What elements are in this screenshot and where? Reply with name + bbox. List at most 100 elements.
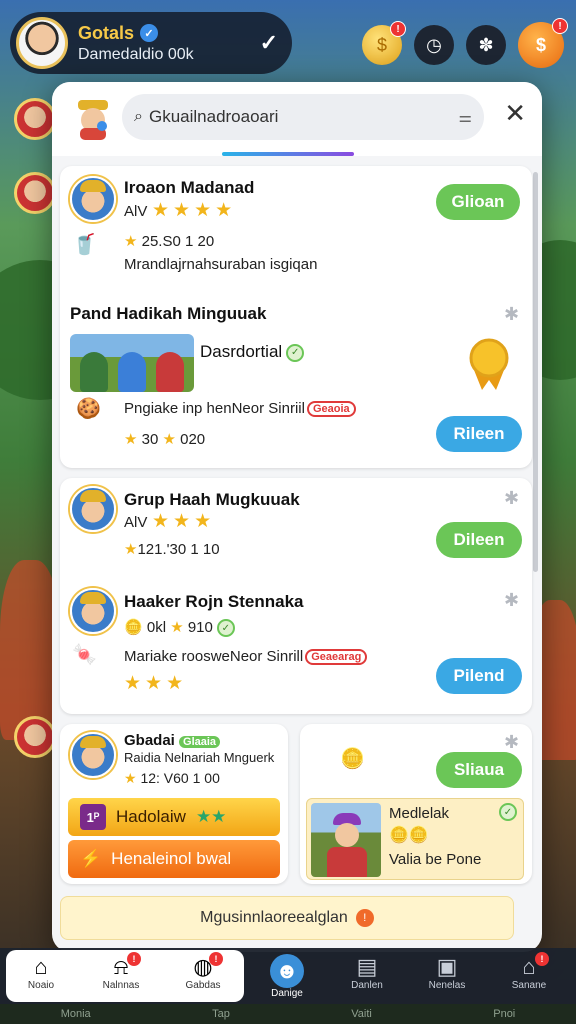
game-thumbnail[interactable] — [70, 334, 194, 392]
search-input[interactable] — [148, 107, 419, 127]
card-description: Mrandlajrnahsuraban isgiqan — [124, 256, 318, 273]
event-badge: Geaearag — [305, 649, 368, 666]
document-icon: ▤ — [356, 954, 378, 979]
avatar[interactable] — [70, 588, 116, 634]
favorite-icon[interactable]: ✱ — [504, 488, 519, 509]
join-button[interactable]: Sliaua — [436, 752, 522, 788]
star-icon: ★ — [124, 431, 138, 448]
medal-icon — [469, 338, 509, 390]
side-friend-avatar[interactable] — [14, 98, 56, 140]
cookie-icon: 🍪 — [76, 398, 101, 420]
nav-item-shop[interactable]: ⌂! Sanane — [498, 952, 560, 1002]
avatar[interactable] — [70, 732, 116, 778]
nav-label: Nenelas — [428, 980, 466, 991]
game-icon: ☻ — [270, 954, 304, 988]
paw-icon[interactable]: ✽ — [466, 25, 506, 65]
status-tag: Glaaia — [179, 736, 221, 748]
title-text: Gbadai — [124, 732, 175, 749]
profile-avatar[interactable] — [16, 17, 68, 69]
nav-item-home[interactable]: ⌂ Noaio — [10, 954, 72, 1002]
join-button[interactable]: Dileen — [436, 522, 522, 558]
group-card: Gbadai Glaaia Raidia Nelnariah Mnguerk ★… — [60, 724, 288, 884]
check-icon[interactable]: ✓ — [260, 30, 278, 56]
avatar[interactable] — [70, 176, 116, 222]
nav-label: Sanane — [511, 980, 547, 991]
star-icon: ★ — [124, 770, 137, 786]
side-friend-avatar[interactable] — [14, 172, 56, 214]
character-thumbnail — [311, 803, 381, 877]
profile-subtitle: Damedaldio 00k — [78, 45, 194, 63]
card-stats: ★ 25.S0 1 20 — [124, 232, 214, 250]
candy-icon: 🍬 — [72, 644, 97, 666]
card-stats: ★121.'30 1 10 — [124, 540, 220, 558]
shop-coin-button[interactable]: $! — [518, 18, 568, 68]
footer-text: Pnoi — [493, 1008, 516, 1020]
close-button[interactable]: ✕ — [504, 100, 526, 126]
star-icon: ★ — [162, 431, 176, 448]
game-name: Dasrdortial — [200, 342, 283, 361]
rating-stars: ★★★ — [152, 511, 216, 532]
card-stats: ★ 12: V60 1 00 — [124, 770, 220, 787]
avatar[interactable] — [70, 486, 116, 532]
clock-icon[interactable]: ◷ — [414, 25, 454, 65]
button-label: Henaleinol bwal — [111, 849, 232, 868]
profile-name: Gotals ✓ — [78, 23, 260, 44]
nav-label: Noaio — [27, 980, 55, 991]
description-text: Pngiake inp henNeor Sinriil — [124, 400, 305, 417]
notification-dot: ! — [552, 18, 568, 34]
scrollbar[interactable] — [533, 172, 538, 572]
stats-value: 0kl — [146, 619, 167, 636]
favorite-icon[interactable]: ✱ — [504, 590, 519, 611]
coins-icon: 🪙🪙 — [389, 827, 429, 844]
favorite-icon[interactable]: ✱ — [504, 304, 519, 325]
gallery-icon: ▣ — [436, 954, 458, 979]
card-title: Medlelak — [389, 805, 450, 822]
bell-icon: ⍾! — [105, 952, 141, 980]
username-text: Gotals — [78, 22, 135, 43]
card-title: Iroaon Madanad — [124, 178, 255, 197]
nav-label: Danlen — [351, 980, 383, 991]
search-bar[interactable]: ⌕ ⚌ — [122, 94, 484, 140]
stats-value: 121.'30 1 10 — [137, 541, 220, 558]
nav-item-tasks[interactable]: ▤ Danlen — [336, 954, 398, 1002]
nav-item-active[interactable]: ☻ Danige — [256, 954, 318, 1002]
footer-text: Tap — [212, 1008, 230, 1020]
description-text: Mariake roosweNeor Sinrill — [124, 648, 304, 665]
favorite-icon[interactable]: ✱ — [504, 732, 519, 753]
button-label: Hadolaiw — [116, 807, 186, 826]
nav-item-chat[interactable]: ◍! Gabdas — [172, 952, 234, 1002]
check-icon: ✓ — [286, 343, 305, 362]
footer-text: Vaiti — [351, 1008, 372, 1020]
claim-button[interactable]: ⚡ Henaleinol bwal — [68, 840, 280, 878]
join-button[interactable]: Glioan — [436, 184, 520, 220]
verified-icon: ✓ — [140, 24, 159, 42]
nav-item-friends[interactable]: ⍾! Nalnnas — [90, 952, 152, 1002]
modal-header: ⌕ ⚌ ✕ — [52, 82, 542, 156]
nav-item-gallery[interactable]: ▣ Nenelas — [416, 954, 478, 1002]
reward-button[interactable]: 1ᴾ Hadolaiw ★★ — [68, 798, 280, 836]
stats-value: 30 — [141, 431, 159, 448]
card-title: Gbadai Glaaia — [124, 732, 221, 749]
coins-button[interactable]: $! — [362, 21, 406, 65]
notification-dot: ! — [535, 952, 549, 966]
nav-label: Nalnnas — [102, 980, 140, 991]
featured-panel[interactable]: Medlelak 🪙🪙 Valia be Pone ✓ — [306, 798, 524, 880]
group-card: 🪙 ✱ Sliaua Medlelak 🪙🪙 Valia be Pone ✓ — [300, 724, 532, 884]
nav-label: Gabdas — [185, 980, 221, 991]
profile-bar[interactable]: Gotals ✓ Damedaldio 00k ✓ — [10, 12, 292, 74]
join-button[interactable]: Rileen — [436, 416, 522, 452]
promo-banner[interactable]: Mgusinnlaoreealglan ! — [60, 896, 514, 940]
search-icon: ⌕ — [134, 108, 143, 125]
card-title: Dasrdortial ✓ — [200, 342, 305, 362]
voice-icon[interactable]: ⚌ — [459, 108, 472, 126]
cup-icon: 🥤 — [72, 234, 97, 256]
badge-icon: 1ᴾ — [80, 804, 106, 830]
card-subtitle: Raidia Nelnariah Mnguerk — [124, 750, 275, 765]
fire-icon: ! — [355, 909, 374, 927]
profile-info: Gotals ✓ Damedaldio 00k — [78, 23, 260, 64]
join-button[interactable]: Pilend — [436, 658, 522, 694]
side-friend-avatar[interactable] — [14, 716, 56, 758]
stats-value: 020 — [180, 431, 206, 448]
card-description: Mariake roosweNeor Sinrill Geaearag — [124, 648, 368, 666]
check-icon: ✓ — [499, 803, 517, 821]
